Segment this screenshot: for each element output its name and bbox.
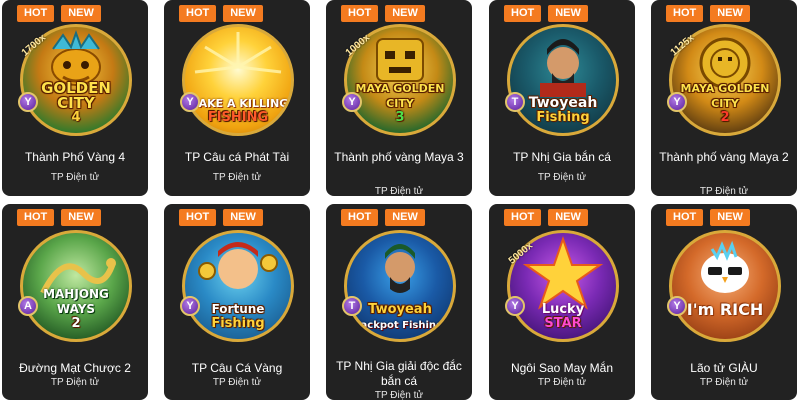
game-name: Thành phố vàng Maya 3: [334, 150, 464, 164]
game-art-title: MAKE A KILLING: [187, 97, 289, 110]
game-art-subtitle: STAR: [544, 316, 582, 331]
new-badge: NEW: [385, 209, 425, 226]
game-artwork[interactable]: Fortune Fishing: [182, 230, 294, 342]
badge-group: HOT NEW: [666, 209, 750, 226]
hot-badge: HOT: [666, 5, 704, 22]
badge-group: HOT NEW: [341, 209, 425, 226]
game-card-lucky-star[interactable]: HOT NEW 5000x Y Lucky STAR Ngôi Sao May …: [489, 204, 635, 400]
game-name: Thành phố vàng Maya 2: [659, 150, 789, 164]
game-provider: TP Điện tử: [50, 172, 100, 183]
provider-tag-icon: Y: [180, 296, 200, 316]
game-artwork[interactable]: MAKE A KILLING FISHING: [182, 24, 294, 136]
badge-group: HOT NEW: [179, 5, 263, 22]
new-badge: NEW: [61, 5, 101, 22]
hot-badge: HOT: [341, 5, 379, 22]
badge-group: HOT NEW: [341, 5, 425, 22]
badge-group: HOT NEW: [666, 5, 750, 22]
game-provider: TP Điện tử: [212, 172, 262, 183]
game-name: Lão tử GIÀU: [690, 361, 758, 375]
game-card-fortune-fishing[interactable]: HOT NEW Y Fortune Fishing TP Câu Cá Vàng…: [164, 204, 310, 400]
new-badge: NEW: [223, 209, 263, 226]
game-card-twoyeah-fishing[interactable]: HOT NEW T Twoyeah Fishing TP Nhị Gia bắn…: [489, 0, 635, 196]
game-name: TP Nhị Gia giải độc đắc bắn cá: [336, 359, 462, 388]
provider-tag-icon: T: [342, 296, 362, 316]
game-art-subtitle: 2: [71, 316, 81, 331]
hot-badge: HOT: [666, 209, 704, 226]
provider-tag-icon: A: [18, 296, 38, 316]
game-card-golden-city-4[interactable]: HOT NEW 1700x Y GOLDEN CITY 4 Thành Phố …: [2, 0, 148, 196]
new-badge: NEW: [548, 209, 588, 226]
game-provider: TP Điện tử: [537, 377, 587, 388]
game-artwork[interactable]: MAHJONG WAYS 2: [20, 230, 132, 342]
hot-badge: HOT: [504, 5, 542, 22]
new-badge: NEW: [385, 5, 425, 22]
rich-bird-icon: [701, 240, 749, 293]
game-name: Đường Mạt Chược 2: [19, 361, 131, 375]
game-provider: TP Điện tử: [374, 186, 424, 196]
game-provider: TP Điện tử: [212, 377, 262, 388]
game-provider: TP Điện tử: [374, 390, 424, 400]
hot-badge: HOT: [17, 209, 55, 226]
game-card-twoyeah-jackpot-fishing[interactable]: HOT NEW T Twoyeah Jackpot Fishing TP Nhị…: [326, 204, 472, 400]
game-artwork[interactable]: Twoyeah Fishing: [507, 24, 619, 136]
game-provider: TP Điện tử: [537, 172, 587, 183]
provider-tag-icon: Y: [180, 92, 200, 112]
game-art-title: Twoyeah: [528, 95, 598, 111]
hot-badge: HOT: [341, 209, 379, 226]
game-art-title: Lucky: [541, 302, 585, 317]
game-card-maya-golden-city-2[interactable]: HOT NEW 1125x Y MAYA GOLDEN CITY 2 Thành…: [651, 0, 797, 196]
game-art-title: MAHJONG WAYS: [43, 287, 109, 316]
provider-tag-icon: Y: [505, 296, 525, 316]
game-art-subtitle: Jackpot Fishing: [356, 320, 444, 331]
game-art-subtitle: Fishing: [211, 316, 265, 331]
game-art-title: Twoyeah: [368, 302, 432, 317]
game-provider: TP Điện tử: [699, 377, 749, 388]
new-badge: NEW: [61, 209, 101, 226]
badge-group: HOT NEW: [504, 209, 588, 226]
badge-group: HOT NEW: [504, 5, 588, 22]
game-art-subtitle: FISHING: [207, 110, 269, 125]
game-card-mahjong-ways-2[interactable]: HOT NEW A MAHJONG WAYS 2 Đường Mạt Chược…: [2, 204, 148, 400]
game-name: TP Câu Cá Vàng: [191, 361, 283, 375]
hot-badge: HOT: [179, 5, 217, 22]
game-art-title: I'm RICH: [686, 300, 764, 319]
new-badge: NEW: [710, 5, 750, 22]
game-card-im-rich[interactable]: HOT NEW Y I'm RICH Lão tử GIÀU TP Điện t…: [651, 204, 797, 400]
game-card-maya-golden-city-3[interactable]: HOT NEW 1000x Y MAYA GOLDEN CITY 3 Thành…: [326, 0, 472, 196]
badge-group: HOT NEW: [17, 209, 101, 226]
game-provider: TP Điện tử: [50, 377, 100, 388]
hot-badge: HOT: [504, 209, 542, 226]
provider-tag-icon: Y: [667, 92, 687, 112]
game-name: TP Câu cá Phát Tài: [184, 150, 290, 164]
game-art-subtitle: 2: [720, 110, 730, 125]
game-art-subtitle: 3: [395, 110, 405, 125]
game-artwork[interactable]: Twoyeah Jackpot Fishing: [344, 230, 456, 342]
game-name: Thành Phố Vàng 4: [24, 150, 126, 164]
badge-group: HOT NEW: [17, 5, 101, 22]
new-badge: NEW: [223, 5, 263, 22]
game-art-title: GOLDEN CITY: [41, 79, 111, 112]
game-art-subtitle: Fishing: [536, 110, 590, 125]
game-grid: HOT NEW 1700x Y GOLDEN CITY 4 Thành Phố …: [0, 0, 800, 400]
game-name: Ngôi Sao May Mắn: [510, 361, 614, 375]
game-card-make-a-killing-fishing[interactable]: HOT NEW Y MAKE A KILLING FISHING TP Câu …: [164, 0, 310, 196]
game-art-title: MAYA GOLDEN CITY: [355, 82, 445, 110]
provider-tag-icon: Y: [667, 296, 687, 316]
hot-badge: HOT: [179, 209, 217, 226]
game-art-subtitle: 4: [71, 110, 81, 125]
game-art-title: Fortune: [211, 302, 265, 316]
game-art-title: MAYA GOLDEN CITY: [680, 82, 770, 110]
provider-tag-icon: Y: [18, 92, 38, 112]
game-name: TP Nhị Gia bắn cá: [513, 150, 611, 164]
badge-group: HOT NEW: [179, 209, 263, 226]
new-badge: NEW: [548, 5, 588, 22]
game-artwork[interactable]: I'm RICH: [669, 230, 781, 342]
new-badge: NEW: [710, 209, 750, 226]
provider-tag-icon: T: [505, 92, 525, 112]
hot-badge: HOT: [17, 5, 55, 22]
game-provider: TP Điện tử: [699, 186, 749, 196]
provider-tag-icon: Y: [342, 92, 362, 112]
